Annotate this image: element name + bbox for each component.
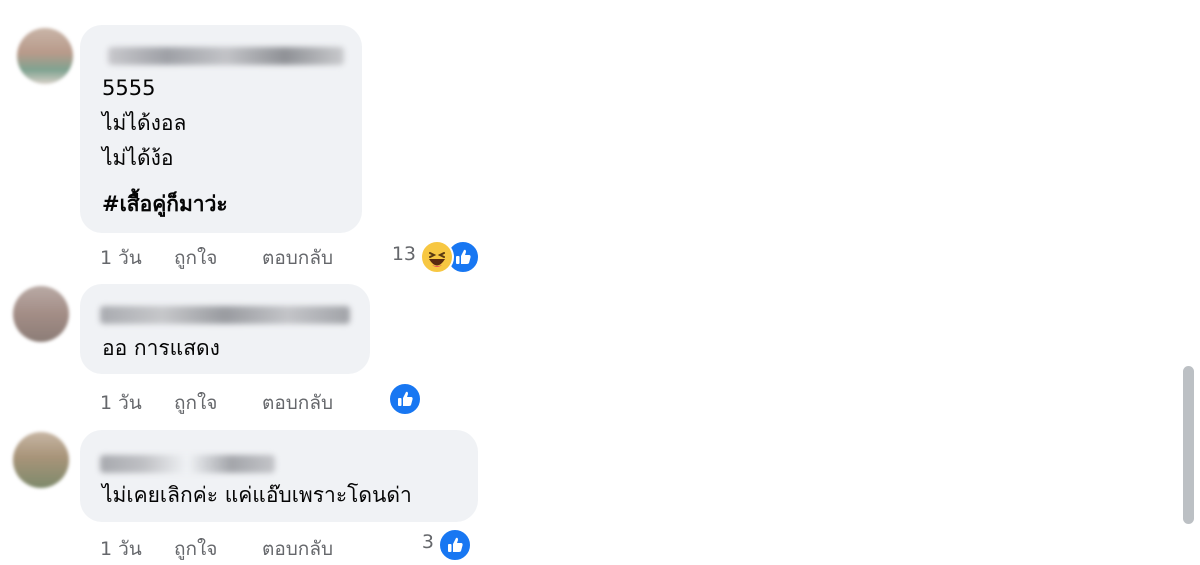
commenter-name-blurred[interactable]: [108, 47, 344, 65]
avatar[interactable]: [17, 28, 73, 84]
scrollbar-thumb[interactable]: [1183, 366, 1194, 524]
comment-time[interactable]: 1 วัน: [100, 534, 142, 564]
comment-bubble: ไม่เคยเลิกค่ะ แค่แอ๊บเพราะโดนด่า: [80, 430, 478, 522]
like-icon: [438, 528, 472, 562]
comment-text-line: ไม่ได้ง้อ: [102, 146, 174, 170]
comment-text-line: ไม่เคยเลิกค่ะ แค่แอ๊บเพราะโดนด่า: [102, 483, 412, 507]
avatar[interactable]: [13, 286, 69, 342]
reaction-summary[interactable]: 13: [380, 240, 484, 274]
comment-text-line: 5555: [102, 76, 156, 100]
reply-action[interactable]: ตอบกลับ: [262, 388, 333, 418]
reply-action[interactable]: ตอบกลับ: [262, 534, 333, 564]
commenter-name-blurred[interactable]: [100, 306, 350, 324]
reaction-summary[interactable]: [388, 382, 424, 416]
reaction-count: 3: [421, 531, 434, 553]
comment-time[interactable]: 1 วัน: [100, 388, 142, 418]
comment-text-line: ออ การแสดง: [102, 336, 220, 360]
comment-bubble: ออ การแสดง: [80, 284, 370, 374]
avatar[interactable]: [13, 432, 69, 488]
haha-icon: [420, 240, 454, 274]
comment-actions: 1 วัน ถูกใจ ตอบกลับ: [100, 534, 370, 560]
comment-text-line: ไม่ได้งอล: [102, 111, 187, 135]
like-action[interactable]: ถูกใจ: [174, 388, 217, 418]
comment-time[interactable]: 1 วัน: [100, 243, 142, 273]
comment-bubble: 5555 ไม่ได้งอล ไม่ได้ง้อ #เสื้อคู่ก็มาว่…: [80, 25, 362, 233]
hashtag-link[interactable]: #เสื้อคู่ก็มาว่ะ: [102, 187, 228, 222]
like-action[interactable]: ถูกใจ: [174, 534, 217, 564]
comment-actions: 1 วัน ถูกใจ ตอบกลับ: [100, 388, 370, 414]
like-icon: [388, 382, 422, 416]
commenter-name-blurred[interactable]: [100, 455, 275, 473]
like-action[interactable]: ถูกใจ: [174, 243, 217, 273]
reaction-count: 13: [391, 243, 416, 265]
comment-actions: 1 วัน ถูกใจ ตอบกลับ: [100, 243, 370, 269]
reaction-summary[interactable]: 3: [410, 528, 472, 562]
reply-action[interactable]: ตอบกลับ: [262, 243, 333, 273]
